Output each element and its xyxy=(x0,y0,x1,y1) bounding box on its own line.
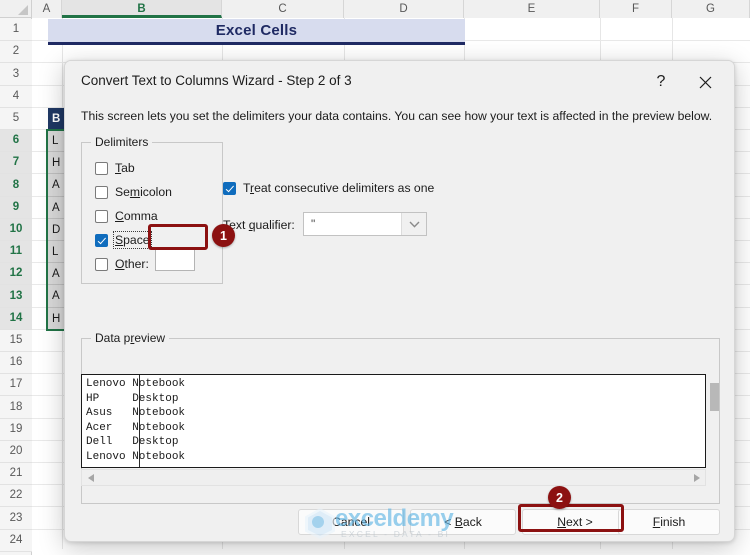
column-header-f[interactable]: F xyxy=(600,0,672,18)
preview-horizontal-scrollbar[interactable] xyxy=(81,469,706,486)
column-header-d[interactable]: D xyxy=(344,0,464,18)
title-cell-text: Excel Cells xyxy=(215,22,298,39)
data-preview-legend: Data preview xyxy=(91,331,170,345)
row-header-9[interactable]: 9 xyxy=(0,197,32,219)
text-qualifier-select[interactable]: " xyxy=(303,212,427,236)
cancel-button[interactable]: Cancel xyxy=(298,509,404,535)
preview-row-4: Acer Notebook xyxy=(86,421,186,434)
row-header-13[interactable]: 13 xyxy=(0,285,32,308)
back-button[interactable]: < Back xyxy=(410,509,516,535)
scroll-right-icon[interactable] xyxy=(688,470,705,485)
checkbox-tab-label: Tab xyxy=(115,161,135,175)
select-all-triangle-icon xyxy=(18,5,28,15)
row-header-1[interactable]: 1 xyxy=(0,19,32,41)
preview-row-3: Asus Notebook xyxy=(86,407,186,419)
preview-vertical-scrollbar-thumb[interactable] xyxy=(710,383,719,411)
next-button[interactable]: Next > xyxy=(522,509,628,535)
chevron-down-icon[interactable] xyxy=(401,213,426,235)
other-checkbox-box[interactable] xyxy=(95,257,108,271)
row-header-2[interactable]: 2 xyxy=(0,41,32,63)
row-header-8[interactable]: 8 xyxy=(0,174,32,197)
checkbox-tab[interactable]: Tab xyxy=(95,161,135,175)
row-header-15[interactable]: 15 xyxy=(0,330,32,352)
tab-checkbox-box[interactable] xyxy=(95,161,108,175)
scroll-left-icon[interactable] xyxy=(82,470,99,485)
row-header-4[interactable]: 4 xyxy=(0,86,32,108)
delimiters-legend: Delimiters xyxy=(91,135,153,149)
column-header-e[interactable]: E xyxy=(464,0,600,18)
finish-button[interactable]: Finish xyxy=(618,509,720,535)
preview-row-1: Lenovo Notebook xyxy=(86,378,186,390)
treat-consecutive-checkbox-box[interactable] xyxy=(223,181,236,195)
row-header-20[interactable]: 20 xyxy=(0,441,32,463)
checkbox-other-label: Other: xyxy=(115,257,149,271)
finish-button-label: Finish xyxy=(652,515,686,529)
row-header-17[interactable]: 17 xyxy=(0,374,32,396)
checkbox-treat-consecutive[interactable]: Treat consecutive delimiters as one xyxy=(223,181,434,195)
comma-checkbox-box[interactable] xyxy=(95,209,108,223)
dialog-description: This screen lets you set the delimiters … xyxy=(81,109,713,123)
screenshot-root: Excel Cells B LHAADLAAH ABCDEFG123456789… xyxy=(0,0,750,555)
checkbox-semicolon-label: Semicolon xyxy=(115,185,172,199)
next-button-label: Next > xyxy=(557,515,593,529)
checkbox-treat-consecutive-label: Treat consecutive delimiters as one xyxy=(243,181,435,195)
data-preview-pane[interactable]: Lenovo Notebook HP Desktop Asus Notebook Ac… xyxy=(81,374,706,468)
row-header-16[interactable]: 16 xyxy=(0,352,32,374)
select-all-corner[interactable] xyxy=(0,0,32,18)
preview-text: Lenovo Notebook HP Desktop Asus Notebook Ac… xyxy=(86,377,185,464)
annotation-badge-1: 1 xyxy=(212,224,235,247)
back-button-label: < Back xyxy=(444,515,482,529)
row-header-18[interactable]: 18 xyxy=(0,396,32,419)
column-header-b[interactable]: B xyxy=(62,0,222,18)
row-header-19[interactable]: 19 xyxy=(0,419,32,441)
row-header-10[interactable]: 10 xyxy=(0,219,32,241)
preview-row-2: HP Desktop xyxy=(86,392,179,405)
checkbox-other[interactable]: Other: xyxy=(95,257,149,271)
semicolon-checkbox-box[interactable] xyxy=(95,185,108,199)
row-header-3[interactable]: 3 xyxy=(0,63,32,86)
checkbox-semicolon[interactable]: Semicolon xyxy=(95,185,172,199)
help-glyph: ? xyxy=(656,73,666,90)
checkbox-comma-label: Comma xyxy=(115,209,158,223)
column-header-g[interactable]: G xyxy=(672,0,750,18)
merged-title-cell[interactable]: Excel Cells xyxy=(48,19,465,45)
space-checkbox-box[interactable] xyxy=(95,233,108,247)
column-header-c[interactable]: C xyxy=(222,0,344,18)
text-qualifier-value: " xyxy=(311,217,316,231)
row-header-6[interactable]: 6 xyxy=(0,130,32,152)
row-header-22[interactable]: 22 xyxy=(0,485,32,507)
preview-row-5: Dell Desktop xyxy=(86,436,179,448)
row-header-21[interactable]: 21 xyxy=(0,463,32,485)
row-header-7[interactable]: 7 xyxy=(0,152,32,174)
close-icon[interactable] xyxy=(688,67,722,97)
row-header-14[interactable]: 14 xyxy=(0,308,32,330)
row-header-12[interactable]: 12 xyxy=(0,263,32,285)
preview-row-6: Lenovo Notebook xyxy=(86,450,186,463)
checkbox-space[interactable]: Space xyxy=(95,231,152,249)
other-delimiter-input[interactable] xyxy=(155,249,195,271)
text-to-columns-wizard-dialog: Convert Text to Columns Wizard - Step 2 … xyxy=(64,60,735,542)
cancel-button-label: Cancel xyxy=(332,515,370,529)
dialog-title-bar: Convert Text to Columns Wizard - Step 2 … xyxy=(65,61,734,105)
row-header-11[interactable]: 11 xyxy=(0,241,32,263)
checkbox-space-label: Space xyxy=(113,231,152,249)
row-header-5[interactable]: 5 xyxy=(0,108,32,130)
column-b-header-text: B xyxy=(52,113,61,125)
row-header-24[interactable]: 24 xyxy=(0,530,32,552)
row-header-23[interactable]: 23 xyxy=(0,507,32,530)
dialog-title: Convert Text to Columns Wizard - Step 2 … xyxy=(81,73,352,88)
help-icon[interactable]: ? xyxy=(644,67,678,97)
sheet-bottom-edge xyxy=(32,549,750,555)
annotation-badge-2: 2 xyxy=(548,486,571,509)
checkbox-comma[interactable]: Comma xyxy=(95,209,158,223)
column-header-a[interactable]: A xyxy=(32,0,62,18)
